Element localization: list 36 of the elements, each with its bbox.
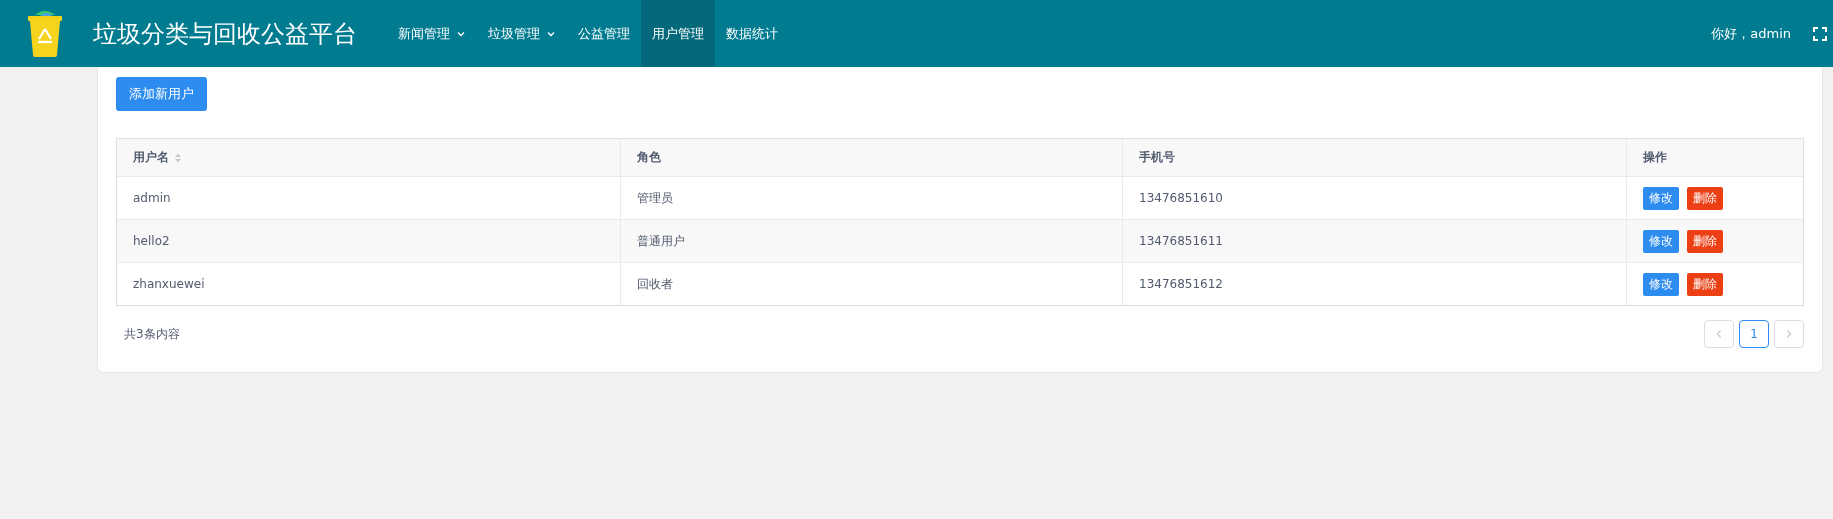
next-page-button[interactable] <box>1774 320 1804 348</box>
column-header: 角色 <box>637 149 661 166</box>
table-cell: 回收者 <box>637 275 673 293</box>
table-cell: 13476851612 <box>1139 277 1223 291</box>
delete-button[interactable]: 删除 <box>1687 272 1723 296</box>
table-cell: 13476851610 <box>1139 191 1223 205</box>
nav-tab[interactable]: 数据统计 <box>715 0 789 67</box>
edit-button[interactable]: 修改 <box>1643 229 1679 253</box>
edit-button[interactable]: 修改 <box>1643 186 1679 210</box>
add-user-button[interactable]: 添加新用户 <box>116 77 207 111</box>
table-cell: 13476851611 <box>1139 234 1223 248</box>
table-cell: zhanxuewei <box>133 277 205 291</box>
table-cell: 管理员 <box>637 189 673 207</box>
user-greeting: 你好，admin <box>1711 24 1791 43</box>
chevron-left-icon <box>1715 329 1723 339</box>
column-header: 手机号 <box>1139 149 1175 166</box>
nav-tab[interactable]: 新闻管理 <box>387 0 477 67</box>
prev-page-button[interactable] <box>1704 320 1734 348</box>
delete-button[interactable]: 删除 <box>1687 186 1723 210</box>
app-title: 垃圾分类与回收公益平台 <box>93 18 357 50</box>
column-header: 操作 <box>1643 149 1667 166</box>
table-cell: hello2 <box>133 234 170 248</box>
chevron-right-icon <box>1785 329 1793 339</box>
recycle-bin-logo-icon <box>25 8 65 59</box>
edit-button[interactable]: 修改 <box>1643 272 1679 296</box>
sort-icon[interactable] <box>174 152 182 163</box>
table-cell: 普通用户 <box>637 232 685 250</box>
page-button[interactable]: 1 <box>1739 320 1769 348</box>
delete-button[interactable]: 删除 <box>1687 229 1723 253</box>
nav-tab[interactable]: 公益管理 <box>567 0 641 67</box>
nav-tab[interactable]: 用户管理 <box>641 0 715 67</box>
total-count: 共3条内容 <box>124 325 180 343</box>
fullscreen-icon[interactable] <box>1813 26 1827 41</box>
column-header: 用户名 <box>133 149 169 166</box>
nav-tab[interactable]: 垃圾管理 <box>477 0 567 67</box>
table-cell: admin <box>133 191 171 205</box>
